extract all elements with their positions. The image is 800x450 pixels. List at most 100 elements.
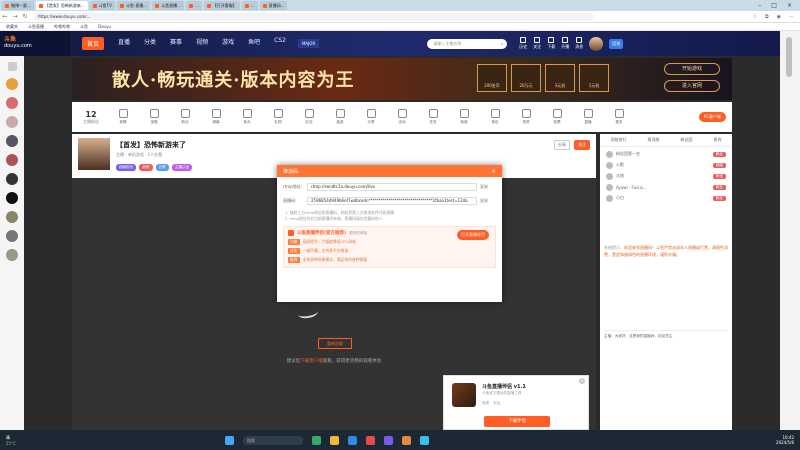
maximize-icon[interactable]: □ (771, 2, 777, 9)
room-tag[interactable]: 主播认证 (171, 164, 193, 171)
download-app-button[interactable]: 下载伴侣 (484, 416, 550, 427)
ad-banner[interactable]: 散人·畅玩通关·版本内容为王 200金币 20万元 3元机 1元机 开始游戏 进… (72, 58, 732, 100)
followed-streamer-avatar[interactable] (6, 97, 18, 109)
tool-button[interactable]: 直播 (578, 109, 598, 125)
system-tray[interactable]: 10:42 2024/5/6 (776, 435, 800, 445)
banner-website-button[interactable]: 进入官网 (664, 80, 720, 92)
weather-widget[interactable]: 晴 25°C (0, 435, 60, 446)
tool-button[interactable]: 投票 (547, 109, 567, 125)
reload-button[interactable]: 重新加载 (318, 338, 352, 349)
followed-streamer-avatar[interactable] (6, 154, 18, 166)
page-scrollbar[interactable] (780, 31, 800, 430)
browser-tab[interactable]: 斗鱼直播... (152, 1, 184, 10)
browser-tab[interactable]: 斗鱼-直播... (116, 1, 151, 10)
streamer-avatar[interactable] (78, 138, 110, 170)
followed-streamer-avatar[interactable] (6, 78, 18, 90)
room-tag[interactable]: 老粉 (139, 164, 153, 171)
rank-row[interactable]: 大佬 粉丝 (606, 172, 726, 180)
app-icon[interactable] (384, 435, 393, 445)
minimize-icon[interactable]: – (758, 2, 761, 9)
room-tag[interactable]: 日常 (155, 164, 169, 171)
browser-tab[interactable]: ... (185, 1, 202, 10)
browser-icon[interactable] (348, 435, 357, 445)
tool-button[interactable]: 贵宾 (516, 109, 536, 125)
tool-button[interactable]: 活动 (392, 109, 412, 125)
tool-button[interactable]: 更多 (609, 109, 629, 125)
user-avatar[interactable] (589, 36, 604, 51)
download-button[interactable]: 下载 (547, 37, 555, 50)
browser-tab[interactable]: 微博—夏... (2, 1, 34, 10)
search-input[interactable]: 请输入主播名称 ⌕ (427, 38, 508, 49)
nav-cs2[interactable]: CS2 (274, 37, 286, 50)
close-icon[interactable]: × (491, 168, 496, 175)
tool-button[interactable]: 商城 (454, 109, 474, 125)
search-icon[interactable]: ⌕ (501, 41, 503, 46)
stream-code-field[interactable]: 2596854d949b6ef7wdbcedn*****************… (307, 197, 477, 205)
banner-start-game-button[interactable]: 开始游戏 (664, 63, 720, 75)
close-icon[interactable]: × (787, 2, 792, 9)
tab-contribution[interactable]: 贡献排行 (611, 137, 627, 143)
share-button[interactable]: 分享 (554, 140, 570, 150)
bookmark-item[interactable]: 斗鱼直播 (28, 24, 44, 30)
download-client-link[interactable]: 下载客户端 (300, 359, 323, 364)
follow-button[interactable]: 关注 (533, 37, 541, 50)
history-button[interactable]: 历史 (519, 37, 527, 50)
copy-rtmp-button[interactable]: 复制 (480, 184, 488, 190)
follow-room-button[interactable]: 关注 (574, 140, 590, 150)
copy-code-button[interactable]: 复制 (480, 198, 488, 204)
followed-streamer-avatar[interactable] (6, 173, 18, 185)
pc-client-button[interactable]: PC客户端 (698, 112, 726, 122)
close-icon[interactable]: × (579, 378, 585, 384)
tool-button[interactable]: 弹幕 (206, 109, 226, 125)
bookmark-item[interactable]: 斗鱼 (80, 24, 88, 30)
upload-button[interactable]: 回到 (609, 38, 624, 49)
rank-row[interactable]: 火影 超级 (606, 161, 726, 169)
scrollbar-thumb[interactable] (786, 37, 792, 77)
browser-tab[interactable]: ... (241, 1, 258, 10)
bookmark-item[interactable]: 哔哩哔哩 (54, 24, 70, 30)
tool-button[interactable]: 任务 (423, 109, 443, 125)
bookmark-item[interactable]: Douyu (98, 24, 111, 29)
followed-streamer-avatar[interactable] (6, 230, 18, 242)
tool-button[interactable]: 粉丝 (175, 109, 195, 125)
nav-video[interactable]: 视频 (196, 37, 208, 50)
back-icon[interactable]: ← (0, 13, 10, 20)
tool-button[interactable]: 红包 (299, 109, 319, 125)
star-icon[interactable]: ☆ (753, 14, 757, 20)
tool-button[interactable]: 竞猜 (113, 109, 133, 125)
url-input[interactable]: https://www.douyu.com/... (34, 12, 594, 21)
nav-games[interactable]: 游戏 (222, 37, 234, 50)
tool-button[interactable]: 鱼丸 (237, 109, 257, 125)
profile-icon[interactable]: ◉ (777, 14, 781, 20)
followed-streamer-avatar[interactable] (6, 135, 18, 147)
tool-button[interactable]: 背包 (485, 109, 505, 125)
task-view-icon[interactable] (312, 435, 321, 445)
app-icon[interactable] (420, 435, 429, 445)
bookmark-item[interactable]: 收藏夹 (6, 24, 18, 30)
rank-row[interactable]: Ayawi · Focus... 粉丝 (606, 183, 726, 191)
nav-fishbar[interactable]: 鱼吧 (248, 37, 260, 50)
rank-row[interactable]: 粉丝团第一名 粉丝 (606, 150, 726, 158)
tool-button[interactable]: 抽奖 (330, 109, 350, 125)
file-explorer-icon[interactable] (330, 435, 339, 445)
browser-tab[interactable]: 【打开客服】 (203, 1, 240, 10)
tool-button[interactable]: 礼物 (268, 109, 288, 125)
tool-button[interactable]: 分享 (361, 109, 381, 125)
rank-row[interactable]: 小白 粉丝 (606, 194, 726, 202)
collapse-icon[interactable] (7, 62, 17, 71)
browser-tab[interactable]: 斗鱼TV (89, 1, 115, 10)
tab-fanclub[interactable]: 粉丝团 (681, 137, 693, 143)
browser-tab[interactable]: 直播间... (259, 1, 288, 10)
rtmp-field[interactable]: rtmp://sendtc1a.douyu.com/live (307, 183, 477, 191)
tool-button[interactable]: 宝箱 (144, 109, 164, 125)
app-icon[interactable] (366, 435, 375, 445)
open-companion-button[interactable]: 打开直播伴侣 (457, 230, 489, 240)
taskbar-search[interactable]: 搜索 (243, 435, 303, 445)
refresh-icon[interactable]: ↻ (20, 13, 30, 20)
site-logo[interactable]: 斗鱼 douyu.com (0, 31, 70, 56)
nav-category[interactable]: 分类 (144, 37, 156, 50)
followed-streamer-avatar[interactable] (6, 249, 18, 261)
room-tag[interactable]: 超级粉丝 (116, 164, 137, 171)
app-icon[interactable] (402, 435, 411, 445)
messages-button[interactable]: 消息 (575, 37, 583, 50)
